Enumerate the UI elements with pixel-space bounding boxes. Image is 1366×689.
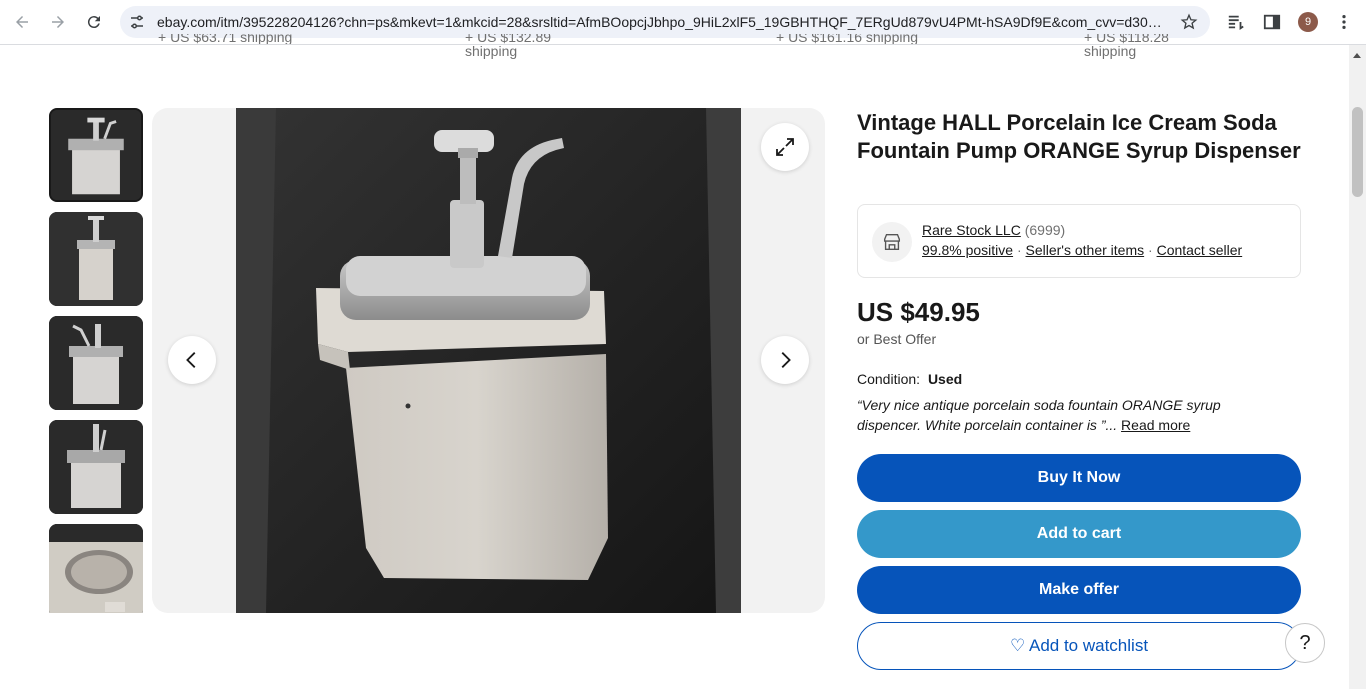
thumbnail-5[interactable] bbox=[49, 524, 143, 613]
thumbnail-1[interactable] bbox=[49, 108, 143, 202]
site-settings-icon[interactable] bbox=[129, 14, 145, 30]
reload-button[interactable] bbox=[82, 10, 106, 34]
seller-positive-feedback-link[interactable]: 99.8% positive bbox=[922, 242, 1013, 258]
best-offer-note: or Best Offer bbox=[857, 331, 937, 347]
main-image-viewer bbox=[152, 108, 825, 613]
separator: · bbox=[1016, 242, 1022, 258]
description-snippet: “Very nice antique porcelain soda founta… bbox=[857, 395, 1277, 435]
arrow-left-icon bbox=[16, 16, 28, 28]
side-panel-icon[interactable] bbox=[1261, 11, 1283, 33]
seller-feedback-count: (6999) bbox=[1024, 222, 1066, 238]
profile-avatar[interactable]: 9 bbox=[1298, 12, 1318, 32]
back-button[interactable] bbox=[10, 10, 34, 34]
arrow-right-icon bbox=[52, 16, 64, 28]
next-image-button[interactable] bbox=[761, 336, 809, 384]
scroll-up-icon[interactable] bbox=[1353, 53, 1361, 58]
listing-title: Vintage HALL Porcelain Ice Cream Soda Fo… bbox=[857, 110, 1301, 163]
reload-icon bbox=[87, 16, 100, 29]
thumbnail-3[interactable] bbox=[49, 316, 143, 410]
condition-value: Used bbox=[927, 371, 963, 387]
menu-kebab-icon[interactable] bbox=[1333, 11, 1355, 33]
help-button[interactable]: ? bbox=[1285, 623, 1325, 663]
forward-button[interactable] bbox=[46, 10, 70, 34]
thumbnail-4[interactable] bbox=[49, 420, 143, 514]
product-photo bbox=[236, 108, 741, 613]
shipping-price-3: + US $161.16 shipping bbox=[776, 34, 919, 44]
contact-seller-link[interactable]: Contact seller bbox=[1157, 242, 1243, 258]
make-offer-button[interactable]: Make offer bbox=[857, 566, 1301, 614]
store-icon bbox=[872, 222, 912, 262]
item-condition: Condition: Used bbox=[857, 371, 962, 387]
item-price: US $49.95 bbox=[857, 297, 980, 327]
seller-other-items-link[interactable]: Seller's other items bbox=[1026, 242, 1145, 258]
previous-image-button[interactable] bbox=[168, 336, 216, 384]
add-to-watchlist-button[interactable]: ♡ Add to watchlist bbox=[857, 622, 1301, 670]
bookmark-star-icon[interactable] bbox=[1180, 13, 1198, 31]
seller-name-link[interactable]: Rare Stock LLC bbox=[922, 222, 1021, 238]
chevron-left-icon bbox=[186, 352, 196, 368]
buy-it-now-button[interactable]: Buy It Now bbox=[857, 454, 1301, 502]
chevron-right-icon bbox=[781, 352, 791, 368]
url-text[interactable]: ebay.com/itm/395228204126?chn=ps&mkevt=1… bbox=[157, 14, 1167, 30]
shipping-price-4: + US $118.28 shipping bbox=[1084, 34, 1169, 59]
separator: · bbox=[1148, 242, 1153, 258]
scrollbar-thumb[interactable] bbox=[1352, 107, 1363, 197]
seller-card: Rare Stock LLC (6999) 99.8% positive · S… bbox=[857, 204, 1301, 278]
shipping-price-2: + US $132.89 shipping bbox=[465, 34, 552, 59]
expand-icon bbox=[776, 138, 794, 156]
thumbnail-list bbox=[48, 108, 144, 613]
reading-list-icon[interactable] bbox=[1225, 11, 1247, 33]
add-to-cart-button[interactable]: Add to cart bbox=[857, 510, 1301, 558]
shipping-price-1: + US $63.71 shipping bbox=[158, 34, 293, 44]
page-scrollbar[interactable] bbox=[1349, 45, 1366, 689]
condition-label: Condition: bbox=[857, 371, 921, 387]
thumbnail-2[interactable] bbox=[49, 212, 143, 306]
read-more-link[interactable]: Read more bbox=[1121, 417, 1190, 433]
expand-image-button[interactable] bbox=[761, 123, 809, 171]
